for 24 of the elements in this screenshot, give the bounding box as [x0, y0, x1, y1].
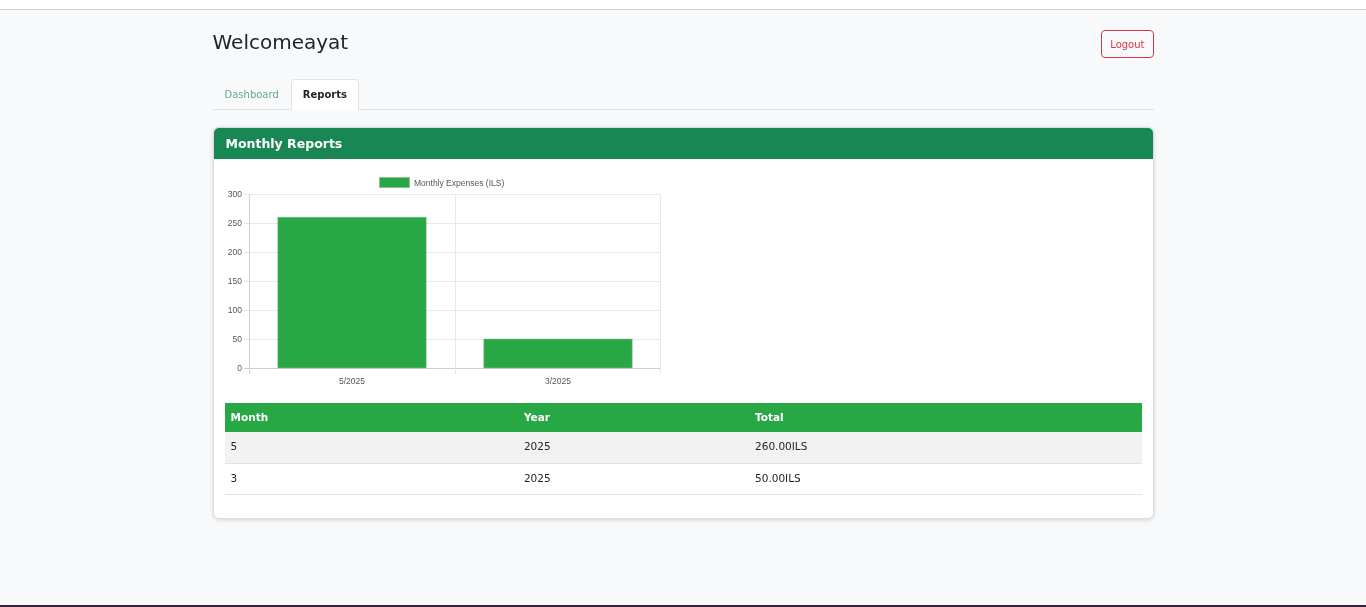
- axis-tick-label: 150: [227, 276, 242, 286]
- column-header: Year: [517, 403, 749, 432]
- page-title: Welcomeayat: [212, 29, 349, 55]
- logout-button[interactable]: Logout: [1101, 30, 1154, 58]
- axis-category-label: 3/2025: [544, 376, 571, 386]
- axis-tick-label: 0: [236, 363, 242, 373]
- axis-tick-label: 100: [227, 305, 242, 315]
- table-cell: 5: [224, 432, 518, 463]
- card-header-title: Monthly Reports: [213, 128, 1153, 159]
- tab[interactable]: Reports: [290, 79, 359, 110]
- tab[interactable]: Dashboard: [212, 79, 291, 110]
- column-header: Month: [224, 403, 518, 432]
- axis-tick-label: 300: [227, 189, 242, 199]
- axis-category-label: 5/2025: [338, 376, 365, 386]
- table-cell: 2025: [517, 432, 749, 463]
- table-cell: 2025: [517, 463, 749, 494]
- axis-tick-label: 200: [227, 247, 242, 257]
- table-cell: 260.00ILS: [749, 432, 1142, 463]
- legend-label: Monthly Expenses (ILS): [413, 177, 504, 188]
- axis-tick-label: 250: [227, 218, 242, 228]
- table-cell: 50.00ILS: [749, 463, 1142, 494]
- table-cell: 3: [224, 463, 518, 494]
- column-header: Total: [749, 403, 1142, 432]
- axis-tick-label: 50: [232, 334, 242, 344]
